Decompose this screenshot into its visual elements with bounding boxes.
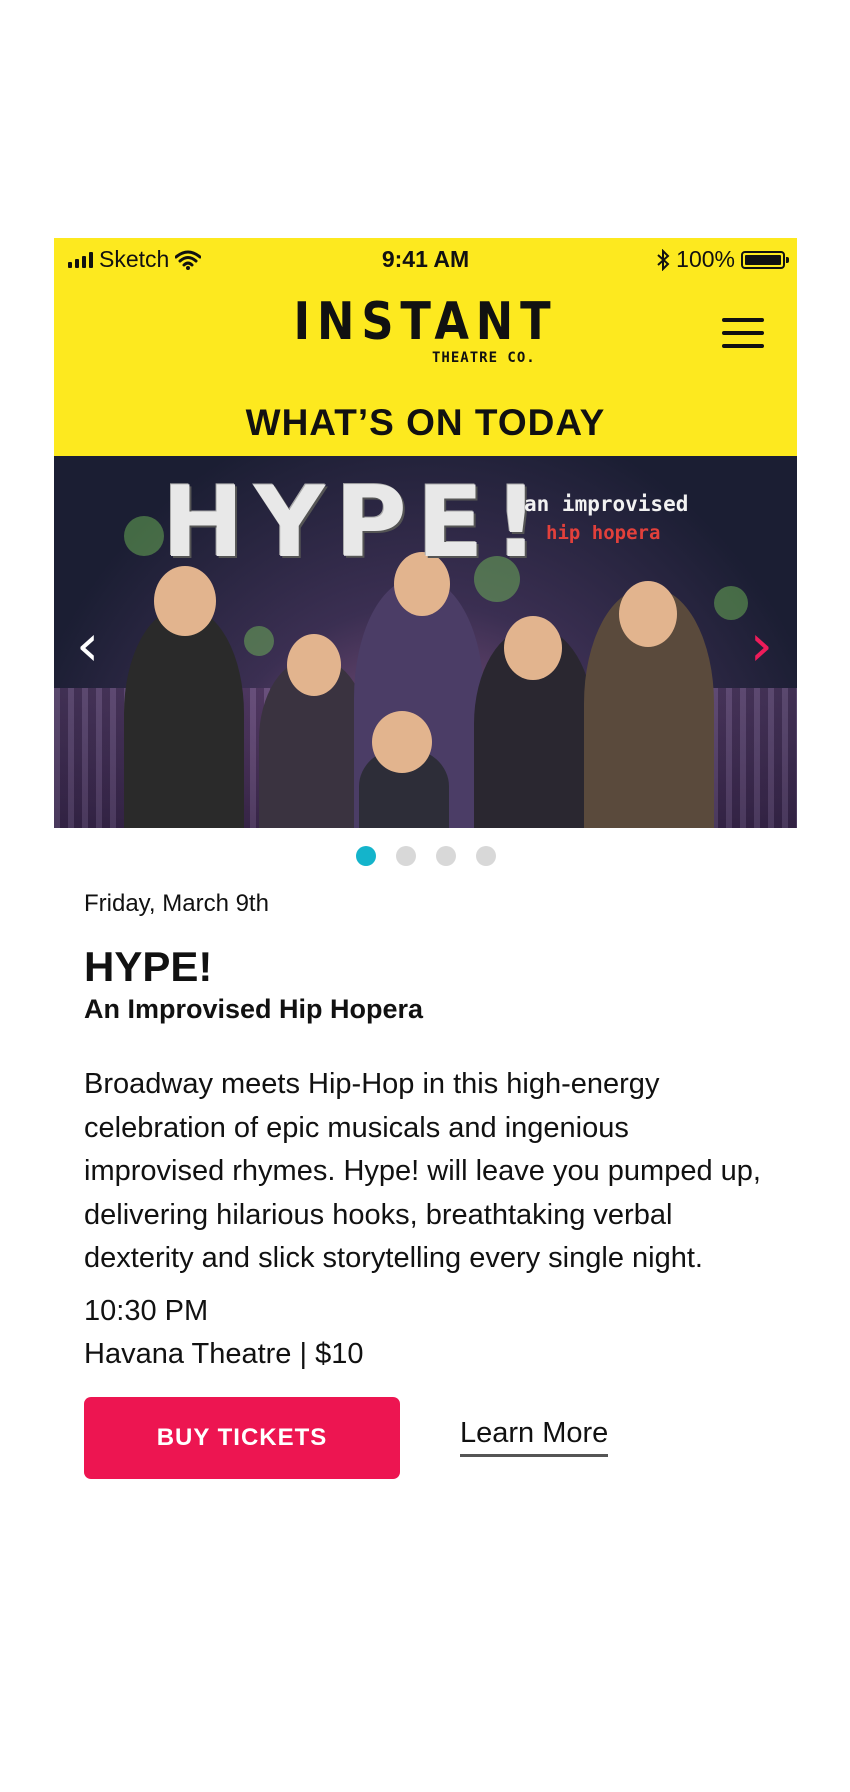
performer-head xyxy=(504,616,562,680)
section-title: WHAT’S ON TODAY xyxy=(245,402,606,443)
hero-tagline: an improvised xyxy=(524,492,689,516)
event-details: Friday, March 9th HYPE! An Improvised Hi… xyxy=(84,888,774,1481)
bokeh-light xyxy=(124,516,164,556)
carousel-dot[interactable] xyxy=(395,846,416,866)
event-subtitle: An Improvised Hip Hopera xyxy=(84,994,424,1024)
brand-name: INSTANT xyxy=(293,292,558,352)
status-bar: Sketch 9:41 AM 100% xyxy=(54,238,797,280)
hero-tagline-accent: hip hopera xyxy=(546,522,661,544)
bluetooth-icon xyxy=(657,248,670,271)
brand-logo[interactable]: INSTANT THEATRE CO. xyxy=(54,292,797,366)
event-time: 10:30 PM xyxy=(84,1294,209,1327)
chevron-right-icon[interactable]: › xyxy=(750,616,773,674)
event-title: HYPE! xyxy=(84,943,213,990)
battery-icon xyxy=(741,250,789,269)
event-date: Friday, March 9th xyxy=(84,890,269,917)
carousel-pagination xyxy=(54,846,797,866)
brand-subtitle: THEATRE CO. xyxy=(432,350,536,366)
top-header: Sketch 9:41 AM 100% INSTANT THEATRE CO. xyxy=(54,238,797,456)
carousel-dot[interactable] xyxy=(435,846,456,866)
performer-head xyxy=(287,634,341,696)
carousel-dot[interactable] xyxy=(355,846,376,866)
performer-head xyxy=(619,581,677,647)
phone-screen: Sketch 9:41 AM 100% INSTANT THEATRE CO. xyxy=(54,238,797,1479)
chevron-left-icon[interactable]: ‹ xyxy=(76,616,99,674)
performer-head xyxy=(372,711,432,773)
hamburger-menu-icon[interactable] xyxy=(722,318,764,352)
event-description: Broadway meets Hip-Hop in this high-ener… xyxy=(84,1068,761,1274)
hero-carousel[interactable]: HYPE! an improvised hip hopera ‹ › xyxy=(54,456,797,828)
battery-percent: 100% xyxy=(676,246,735,272)
learn-more-link[interactable]: Learn More xyxy=(460,1417,609,1457)
event-actions: BUY TICKETS Learn More xyxy=(84,1396,774,1481)
hero-title: HYPE! xyxy=(162,466,549,580)
event-venue-price: Havana Theatre | $10 xyxy=(84,1337,364,1370)
buy-tickets-button[interactable]: BUY TICKETS xyxy=(84,1396,400,1479)
carousel-dot[interactable] xyxy=(475,846,496,866)
performer-figure xyxy=(124,608,244,828)
bokeh-light xyxy=(714,586,748,620)
status-right: 100% xyxy=(656,246,789,273)
bokeh-light xyxy=(244,626,274,656)
